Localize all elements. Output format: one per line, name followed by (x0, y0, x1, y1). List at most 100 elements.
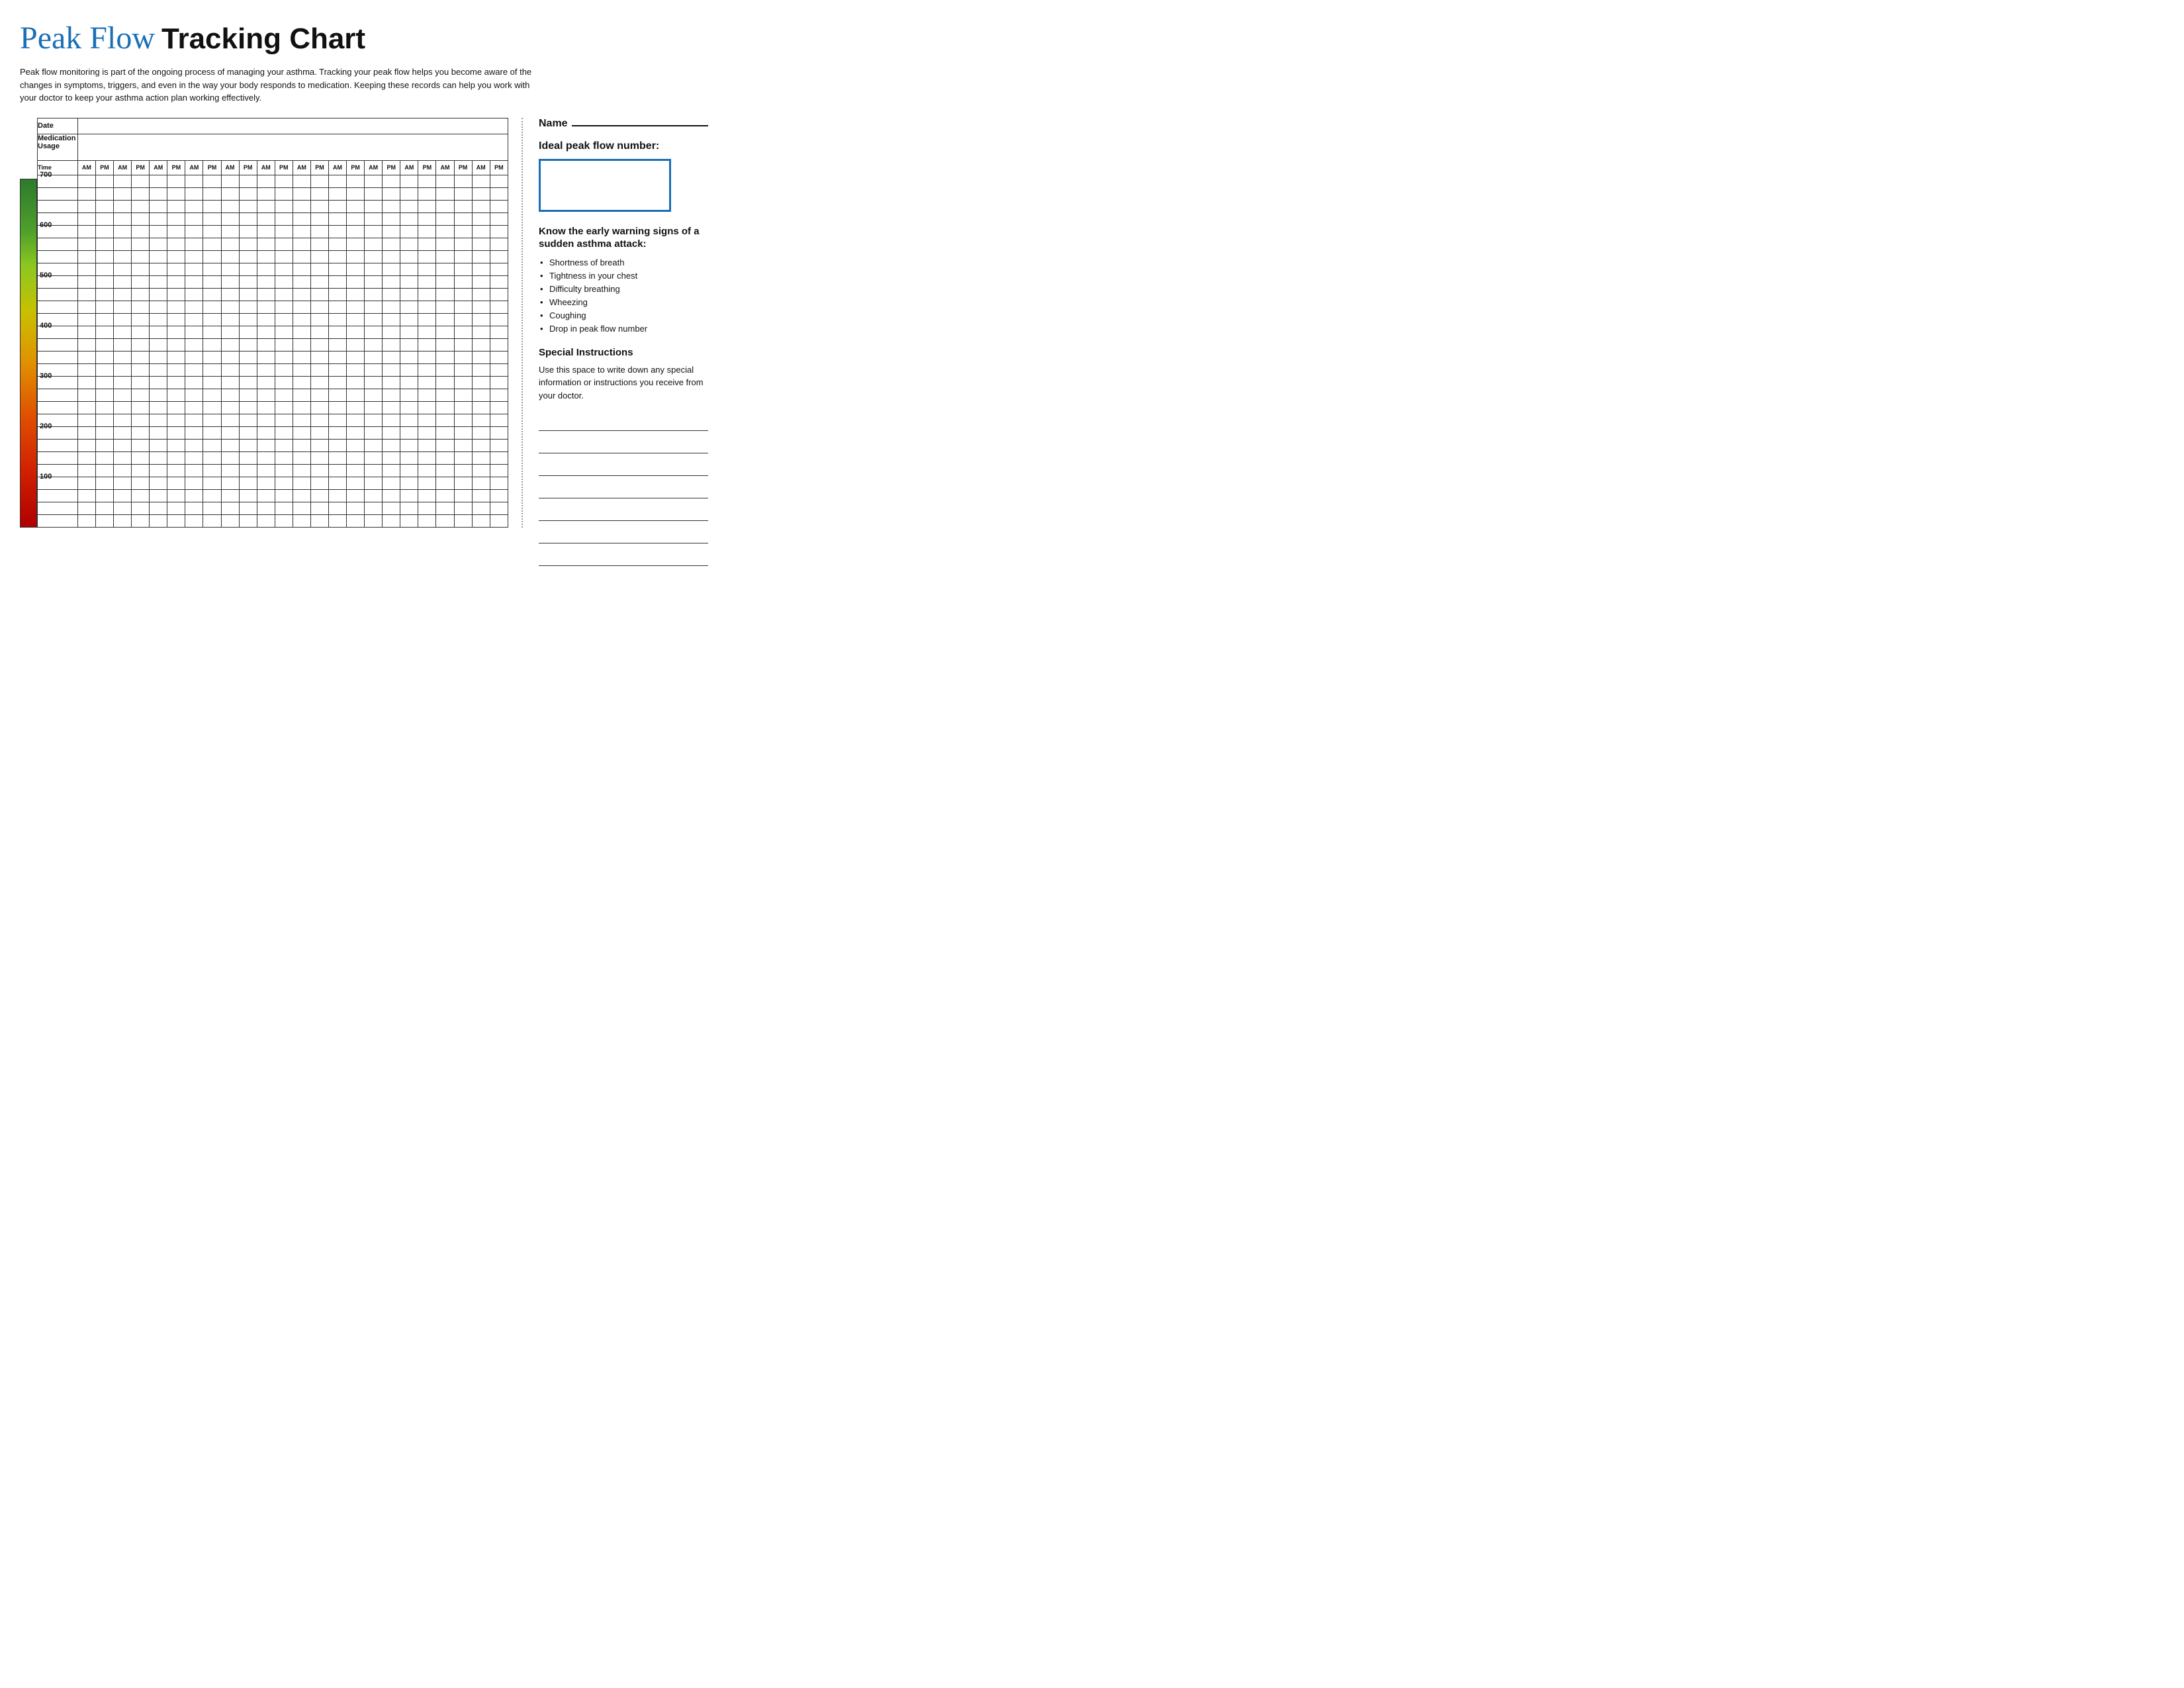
cell[interactable] (400, 514, 418, 527)
cell[interactable] (347, 187, 365, 200)
cell[interactable] (95, 514, 113, 527)
write-line-6[interactable] (539, 525, 708, 543)
cell[interactable] (257, 338, 275, 351)
cell[interactable] (383, 489, 400, 502)
cell[interactable] (275, 426, 293, 439)
cell[interactable] (310, 477, 328, 489)
cell[interactable] (400, 414, 418, 426)
cell[interactable] (221, 187, 239, 200)
cell[interactable] (257, 464, 275, 477)
cell[interactable] (114, 187, 132, 200)
cell[interactable] (400, 326, 418, 338)
cell[interactable] (132, 514, 150, 527)
cell[interactable] (239, 363, 257, 376)
cell[interactable] (167, 212, 185, 225)
cell[interactable] (77, 414, 95, 426)
cell[interactable] (239, 238, 257, 250)
cell[interactable] (347, 451, 365, 464)
cell[interactable] (203, 263, 221, 275)
cell[interactable] (132, 250, 150, 263)
cell[interactable] (275, 275, 293, 288)
cell[interactable] (310, 326, 328, 338)
cell[interactable] (472, 225, 490, 238)
cell[interactable] (365, 376, 383, 389)
cell[interactable] (77, 275, 95, 288)
cell[interactable] (77, 363, 95, 376)
cell[interactable] (365, 225, 383, 238)
cell[interactable] (383, 414, 400, 426)
cell[interactable] (221, 477, 239, 489)
cell[interactable] (383, 464, 400, 477)
cell[interactable] (203, 489, 221, 502)
cell[interactable] (310, 225, 328, 238)
cell[interactable] (400, 451, 418, 464)
cell[interactable] (77, 401, 95, 414)
cell[interactable] (167, 426, 185, 439)
cell[interactable] (95, 414, 113, 426)
cell[interactable] (95, 301, 113, 313)
cell[interactable] (472, 238, 490, 250)
cell[interactable] (132, 414, 150, 426)
cell[interactable] (239, 401, 257, 414)
cell[interactable] (167, 363, 185, 376)
cell[interactable] (257, 288, 275, 301)
cell[interactable] (77, 313, 95, 326)
cell[interactable] (365, 351, 383, 363)
cell[interactable] (239, 212, 257, 225)
cell[interactable] (383, 376, 400, 389)
cell[interactable] (365, 313, 383, 326)
cell[interactable] (185, 401, 203, 414)
cell[interactable] (454, 451, 472, 464)
cell[interactable] (293, 275, 310, 288)
cell[interactable] (293, 313, 310, 326)
cell[interactable] (114, 313, 132, 326)
cell[interactable] (167, 514, 185, 527)
cell[interactable] (203, 426, 221, 439)
cell[interactable] (95, 439, 113, 451)
cell[interactable] (400, 477, 418, 489)
cell[interactable] (454, 250, 472, 263)
cell[interactable] (77, 451, 95, 464)
cell[interactable] (185, 212, 203, 225)
cell[interactable] (328, 464, 346, 477)
cell[interactable] (221, 301, 239, 313)
cell[interactable] (132, 351, 150, 363)
cell[interactable] (114, 451, 132, 464)
cell[interactable] (418, 238, 436, 250)
cell[interactable] (400, 426, 418, 439)
cell[interactable] (221, 338, 239, 351)
cell[interactable] (383, 338, 400, 351)
cell[interactable] (383, 389, 400, 401)
cell[interactable] (95, 175, 113, 187)
cell[interactable] (454, 414, 472, 426)
cell[interactable] (436, 464, 454, 477)
cell[interactable] (490, 175, 508, 187)
cell[interactable] (203, 238, 221, 250)
cell[interactable] (383, 288, 400, 301)
cell[interactable] (418, 502, 436, 514)
cell[interactable] (132, 426, 150, 439)
cell[interactable] (310, 414, 328, 426)
cell[interactable] (221, 313, 239, 326)
cell[interactable] (132, 288, 150, 301)
cell[interactable] (328, 175, 346, 187)
cell[interactable] (436, 389, 454, 401)
cell[interactable] (400, 250, 418, 263)
cell[interactable] (114, 238, 132, 250)
cell[interactable] (167, 502, 185, 514)
cell[interactable] (436, 187, 454, 200)
cell[interactable] (275, 439, 293, 451)
cell[interactable] (221, 514, 239, 527)
cell[interactable] (203, 389, 221, 401)
cell[interactable] (275, 187, 293, 200)
cell[interactable] (150, 514, 167, 527)
cell[interactable] (400, 389, 418, 401)
cell[interactable] (328, 301, 346, 313)
cell[interactable] (275, 376, 293, 389)
cell[interactable] (132, 212, 150, 225)
cell[interactable] (167, 351, 185, 363)
cell[interactable] (310, 401, 328, 414)
cell[interactable] (275, 238, 293, 250)
cell[interactable] (383, 426, 400, 439)
cell[interactable] (132, 187, 150, 200)
